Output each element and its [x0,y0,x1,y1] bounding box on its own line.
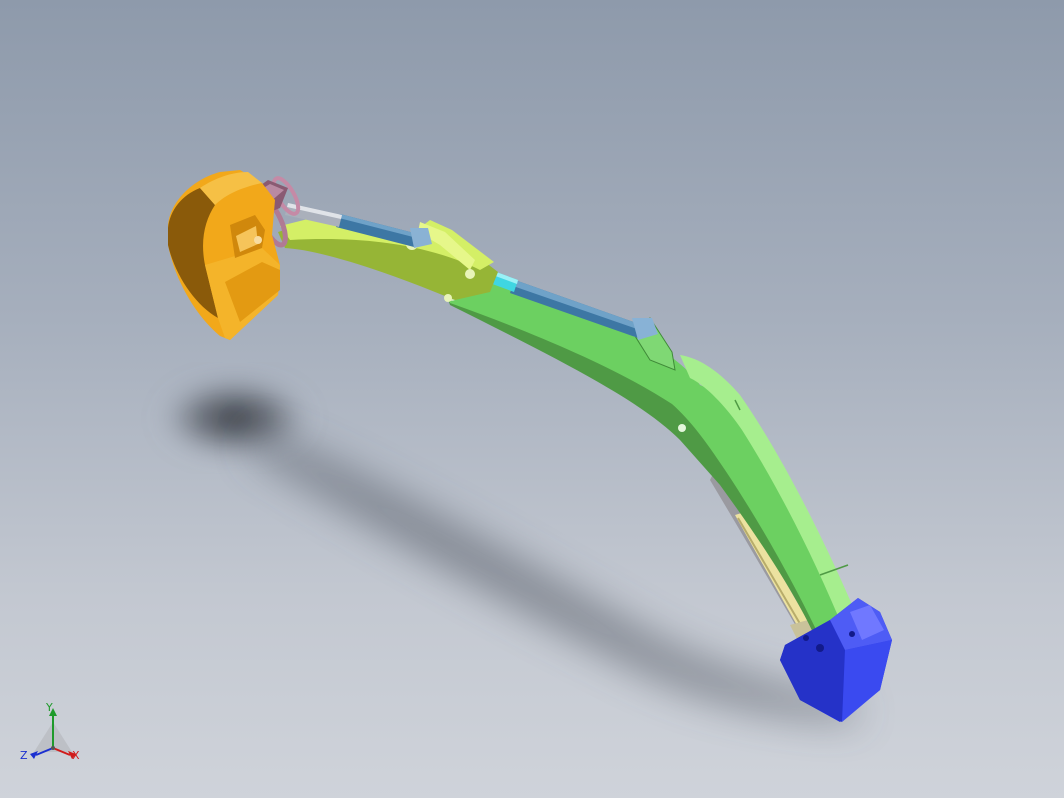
model-scene[interactable] [0,0,1064,798]
graphics-viewport[interactable]: Y X Z [0,0,1064,798]
triad-y-label: Y [46,701,53,714]
coordinate-triad: Y X Z [18,700,88,770]
bucket[interactable] [168,170,280,340]
triad-z-label: Z [20,749,28,762]
triad-x-label: X [72,749,80,762]
